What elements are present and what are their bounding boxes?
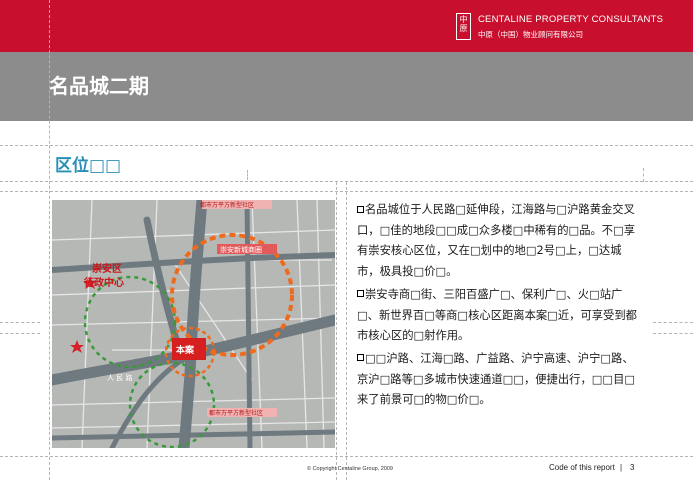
guide-line xyxy=(336,182,337,480)
paragraph: □□沪路、江海□路、广益路、沪宁高速、沪宁□路、京沪□路等□多城市快速通道□□，… xyxy=(357,349,640,411)
location-map: 都市万平方新型社区 崇安新城商圈 崇安区 行政中心 本案 人 民 路 都市万平方… xyxy=(52,200,335,448)
map-label-renmin-road: 人 民 路 xyxy=(107,373,132,382)
page-number: 3 xyxy=(630,463,635,472)
guide-line xyxy=(0,456,693,457)
paragraph: 名品城位于人民路□延伸段，江海路与□沪路黄金交叉口，□佳的地段□□成□众多楼□中… xyxy=(357,200,640,283)
guide-line xyxy=(0,145,693,146)
page-title: 名品城二期 xyxy=(49,74,149,98)
map-label-new-city: 崇安新城商圈 xyxy=(220,245,262,254)
report-code-label: Code of this report xyxy=(549,463,615,472)
guide-line xyxy=(49,0,50,480)
guide-line xyxy=(0,191,693,192)
section-heading: 区位□□ xyxy=(55,156,122,176)
guide-line xyxy=(346,182,347,480)
guide-line xyxy=(653,333,693,334)
map-label-wanda-bottom: 都市万平方新型社区 xyxy=(209,409,263,417)
guide-line xyxy=(643,168,644,182)
brand-name-cn: 中原（中国）物业顾问有限公司 xyxy=(478,30,583,39)
guide-line xyxy=(0,322,40,323)
body-text: 名品城位于人民路□延伸段，江海路与□沪路黄金交叉口，□佳的地段□□成□众多楼□中… xyxy=(357,200,640,411)
paragraph: 崇安寺商□街、三阳百盛广□、保利广□、火□站广□、新世界百□等商□核心区距离本案… xyxy=(357,285,640,347)
square-bullet-icon xyxy=(357,205,364,213)
map-label-district-2: 行政中心 xyxy=(83,276,124,289)
paragraph-text: 崇安寺商□街、三阳百盛广□、保利广□、火□站广□、新世界百□等商□核心区距离本案… xyxy=(357,287,637,343)
footer-separator: | xyxy=(620,463,623,472)
guide-line xyxy=(0,181,693,182)
map-label-project: 本案 xyxy=(176,344,195,356)
copyright: © Copyright Centaline Group, 2009 xyxy=(307,466,393,472)
guide-line xyxy=(247,170,248,180)
map-label-district-1: 崇安区 xyxy=(92,262,122,275)
map-label-wanda-top: 都市万平方新型社区 xyxy=(200,201,254,209)
paragraph-text: 名品城位于人民路□延伸段，江海路与□沪路黄金交叉口，□佳的地段□□成□众多楼□中… xyxy=(357,203,636,279)
header-bar xyxy=(0,0,693,52)
brand-name-en: CENTALINE PROPERTY CONSULTANTS xyxy=(478,14,664,25)
centaline-logo-icon: 中原 xyxy=(456,13,471,40)
square-bullet-icon xyxy=(357,290,364,298)
guide-line xyxy=(653,322,693,323)
guide-line xyxy=(0,333,40,334)
square-bullet-icon xyxy=(357,354,364,362)
paragraph-text: □□沪路、江海□路、广益路、沪宁高速、沪宁□路、京沪□路等□多城市快速通道□□，… xyxy=(357,351,636,407)
